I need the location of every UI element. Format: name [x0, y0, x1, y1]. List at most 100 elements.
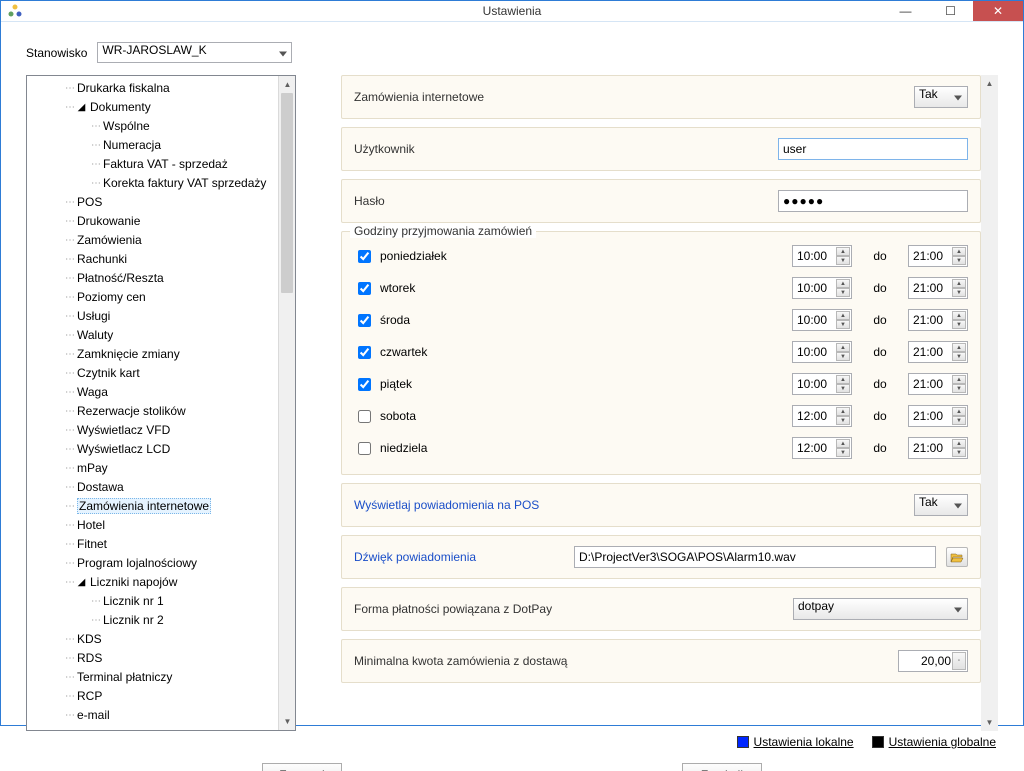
- settings-tree[interactable]: ⋯Drukarka fiskalna⋯◢Dokumenty⋯Wspólne⋯Nu…: [26, 75, 296, 731]
- day-checkbox-label[interactable]: piątek: [354, 375, 412, 394]
- scroll-up-icon[interactable]: ▲: [279, 76, 296, 93]
- tree-item[interactable]: ⋯KDS: [35, 631, 291, 650]
- close-window-button[interactable]: Zamknij: [682, 763, 762, 771]
- time-from-input[interactable]: 10:00▲▼: [792, 341, 852, 363]
- close-button[interactable]: ✕: [973, 1, 1023, 21]
- time-to-input[interactable]: 21:00▲▼: [908, 341, 968, 363]
- day-checkbox[interactable]: [358, 442, 371, 455]
- spin-up-icon[interactable]: ▲: [952, 311, 966, 320]
- panel-scrollbar[interactable]: ▲ ▼: [981, 75, 998, 731]
- tree-item[interactable]: ⋯mPay: [35, 460, 291, 479]
- minimize-button[interactable]: —: [883, 1, 928, 21]
- spin-down-icon[interactable]: ▼: [952, 416, 966, 425]
- scroll-thumb[interactable]: [281, 93, 293, 293]
- spin-up-icon[interactable]: ▲: [952, 247, 966, 256]
- tree-item[interactable]: ⋯Dostawa: [35, 479, 291, 498]
- tree-item[interactable]: ⋯Licznik nr 2: [35, 612, 291, 631]
- spin-up-icon[interactable]: ▲: [952, 407, 966, 416]
- spin-down-icon[interactable]: ▼: [836, 288, 850, 297]
- tree-item[interactable]: ⋯Wyświetlacz LCD: [35, 441, 291, 460]
- spin-up-icon[interactable]: ▲: [836, 343, 850, 352]
- day-checkbox[interactable]: [358, 314, 371, 327]
- day-checkbox-label[interactable]: środa: [354, 311, 410, 330]
- spin-up-icon[interactable]: ▲: [836, 439, 850, 448]
- spin-up-icon[interactable]: ▲: [836, 311, 850, 320]
- tree-item[interactable]: ⋯Rachunki: [35, 251, 291, 270]
- day-checkbox-label[interactable]: sobota: [354, 407, 416, 426]
- tree-item[interactable]: ⋯◢Liczniki napojów: [35, 574, 291, 593]
- day-checkbox[interactable]: [358, 378, 371, 391]
- time-from-input[interactable]: 12:00▲▼: [792, 405, 852, 427]
- tree-item[interactable]: ⋯Płatność/Reszta: [35, 270, 291, 289]
- spin-up-icon[interactable]: ▲: [836, 375, 850, 384]
- tree-item[interactable]: ⋯◢Dokumenty: [35, 99, 291, 118]
- tree-item[interactable]: ⋯Waluty: [35, 327, 291, 346]
- dotpay-select[interactable]: dotpay: [793, 598, 968, 620]
- tree-item[interactable]: ⋯Drukowanie: [35, 213, 291, 232]
- maximize-button[interactable]: ☐: [928, 1, 973, 21]
- scroll-down-icon[interactable]: ▼: [279, 713, 296, 730]
- day-checkbox[interactable]: [358, 346, 371, 359]
- spin-down-icon[interactable]: ▼: [836, 416, 850, 425]
- station-select[interactable]: WR-JAROSLAW_K: [97, 42, 292, 63]
- tree-item[interactable]: ⋯Zamówienia internetowe: [35, 498, 291, 517]
- spin-up-icon[interactable]: ▲: [952, 343, 966, 352]
- tree-scrollbar[interactable]: ▲ ▼: [278, 76, 295, 730]
- tree-item[interactable]: ⋯Usługi: [35, 308, 291, 327]
- tree-item[interactable]: ⋯Czytnik kart: [35, 365, 291, 384]
- tree-item[interactable]: ⋯POS: [35, 194, 291, 213]
- spin-up-icon[interactable]: ▲: [952, 439, 966, 448]
- tree-item[interactable]: ⋯Waga: [35, 384, 291, 403]
- min-order-input[interactable]: 20,00 ▫: [898, 650, 968, 672]
- tree-item[interactable]: ⋯Program lojalnościowy: [35, 555, 291, 574]
- spin-up-icon[interactable]: ▲: [836, 407, 850, 416]
- spin-down-icon[interactable]: ▼: [836, 320, 850, 329]
- spin-down-icon[interactable]: ▼: [836, 352, 850, 361]
- spin-down-icon[interactable]: ▼: [836, 384, 850, 393]
- tree-item[interactable]: ⋯RCP: [35, 688, 291, 707]
- day-checkbox-label[interactable]: poniedziałek: [354, 247, 447, 266]
- browse-button[interactable]: [946, 547, 968, 567]
- time-from-input[interactable]: 10:00▲▼: [792, 245, 852, 267]
- time-from-input[interactable]: 10:00▲▼: [792, 277, 852, 299]
- day-checkbox-label[interactable]: niedziela: [354, 439, 427, 458]
- tree-item[interactable]: ⋯Zamknięcie zmiany: [35, 346, 291, 365]
- internet-orders-select[interactable]: Tak: [914, 86, 968, 108]
- spin-down-icon[interactable]: ▼: [836, 448, 850, 457]
- spin-down-icon[interactable]: ▼: [952, 288, 966, 297]
- tree-expand-icon[interactable]: ◢: [77, 101, 86, 117]
- tree-item[interactable]: ⋯Numeracja: [35, 137, 291, 156]
- tree-item[interactable]: ⋯Hotel: [35, 517, 291, 536]
- spin-up-icon[interactable]: ▲: [836, 279, 850, 288]
- time-to-input[interactable]: 21:00▲▼: [908, 373, 968, 395]
- time-to-input[interactable]: 21:00▲▼: [908, 309, 968, 331]
- day-checkbox[interactable]: [358, 410, 371, 423]
- tree-expand-icon[interactable]: ◢: [77, 576, 86, 592]
- day-checkbox[interactable]: [358, 250, 371, 263]
- spin-down-icon[interactable]: ▼: [836, 256, 850, 265]
- time-from-input[interactable]: 12:00▲▼: [792, 437, 852, 459]
- tree-item[interactable]: ⋯RDS: [35, 650, 291, 669]
- legend-local[interactable]: Ustawienia lokalne: [737, 735, 854, 749]
- day-checkbox[interactable]: [358, 282, 371, 295]
- spin-up-icon[interactable]: ▲: [836, 247, 850, 256]
- panel-scroll-up-icon[interactable]: ▲: [981, 75, 998, 92]
- time-to-input[interactable]: 21:00▲▼: [908, 277, 968, 299]
- spin-up-icon[interactable]: ▲: [952, 375, 966, 384]
- day-checkbox-label[interactable]: czwartek: [354, 343, 427, 362]
- legend-global[interactable]: Ustawienia globalne: [872, 735, 996, 749]
- time-from-input[interactable]: 10:00▲▼: [792, 373, 852, 395]
- tree-item[interactable]: ⋯Drukarka fiskalna: [35, 80, 291, 99]
- notify-pos-select[interactable]: Tak: [914, 494, 968, 516]
- time-from-input[interactable]: 10:00▲▼: [792, 309, 852, 331]
- time-to-input[interactable]: 21:00▲▼: [908, 245, 968, 267]
- tree-item[interactable]: ⋯Wyświetlacz VFD: [35, 422, 291, 441]
- tree-item[interactable]: ⋯e-mail: [35, 707, 291, 726]
- tree-item[interactable]: ⋯Wspólne: [35, 118, 291, 137]
- tree-item[interactable]: ⋯Licznik nr 1: [35, 593, 291, 612]
- tree-item[interactable]: ⋯Korekta faktury VAT sprzedaży: [35, 175, 291, 194]
- tree-item[interactable]: ⋯Terminal płatniczy: [35, 669, 291, 688]
- tree-item[interactable]: ⋯Zamówienia: [35, 232, 291, 251]
- time-to-input[interactable]: 21:00▲▼: [908, 437, 968, 459]
- spin-down-icon[interactable]: ▼: [952, 320, 966, 329]
